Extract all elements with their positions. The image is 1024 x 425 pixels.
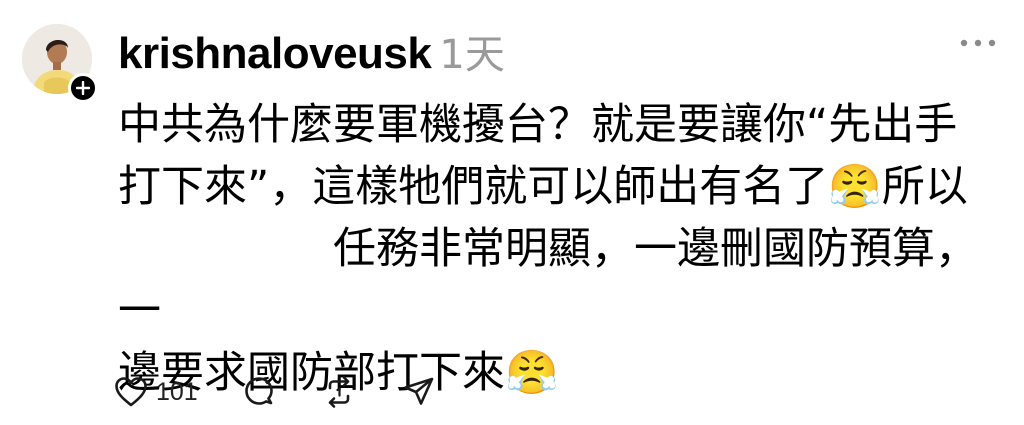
more-options-button[interactable] [956,28,1000,58]
like-count: 101 [156,377,198,406]
plus-icon [76,81,90,95]
author-avatar-container[interactable] [22,24,98,103]
repost-button[interactable] [322,375,356,409]
comment-icon [244,377,273,405]
send-icon [403,377,434,405]
timestamp: 1天 [439,32,505,78]
post-actions-bar: 101 [114,370,436,414]
post-body-text: 中共為什麼要軍機擾台？就是要讓你“先出手 打下來”，這樣牠們就可以師出有名了😤所… [118,100,978,398]
follow-button[interactable] [68,73,98,103]
post-header: krishnaloveusk 1天 [118,22,505,78]
heart-icon [115,377,147,407]
repost-icon [328,376,350,408]
more-horizontal-icon [960,39,996,47]
username[interactable]: krishnaloveusk [118,29,432,79]
share-button[interactable] [402,375,436,409]
like-button[interactable]: 101 [114,376,242,408]
reply-button[interactable] [242,375,276,409]
